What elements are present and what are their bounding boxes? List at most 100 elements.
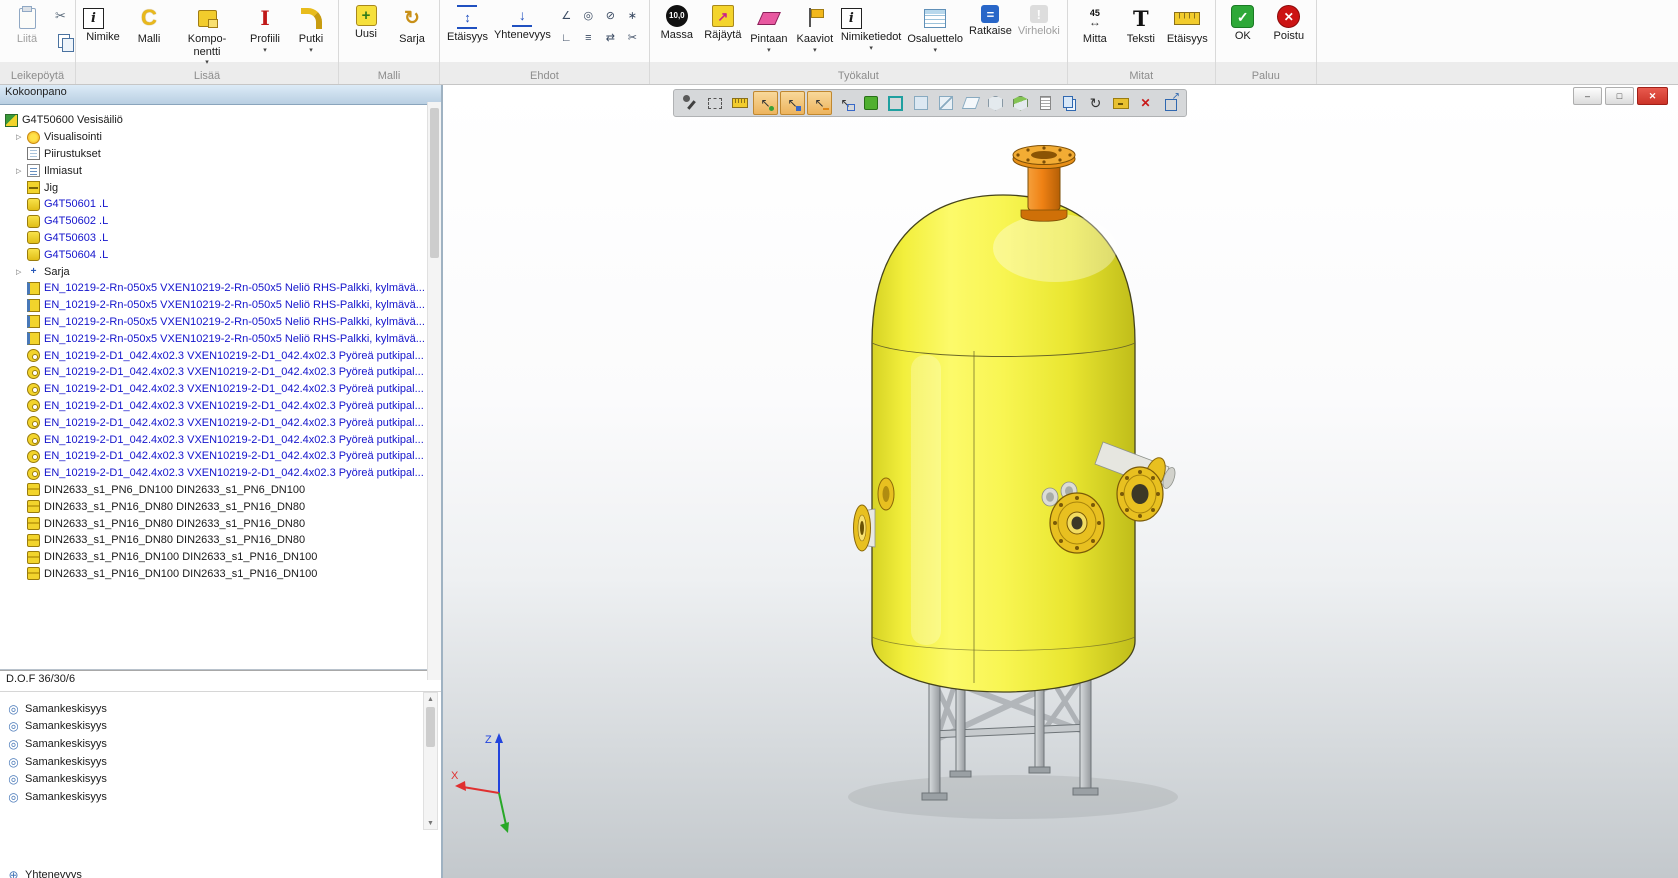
- ribbon-button-ok[interactable]: ✓OK: [1220, 2, 1266, 43]
- ribbon-button-nimiketiedot[interactable]: iNimiketiedot▾: [838, 2, 905, 52]
- ribbon-button-ratkaise[interactable]: =Ratkaise: [966, 2, 1015, 38]
- tank-body[interactable]: [872, 195, 1135, 692]
- tree-item[interactable]: G4T50602 .L: [0, 213, 441, 230]
- vp-snap-point-icon[interactable]: ↖: [753, 91, 778, 115]
- ribbon-button-uusi[interactable]: +Uusi: [343, 2, 389, 41]
- vp-zoom-area-icon[interactable]: [703, 92, 726, 114]
- ribbon-button-liit[interactable]: Liitä: [4, 2, 50, 46]
- vp-export-icon[interactable]: [1159, 92, 1182, 114]
- vp-snap-edge-icon[interactable]: ↖: [807, 91, 832, 115]
- vp-measure-icon[interactable]: [728, 92, 751, 114]
- tree-scrollbar[interactable]: [427, 102, 441, 680]
- tree-item[interactable]: EN_10219-2-D1_042.4x02.3 VXEN10219-2-D1_…: [0, 398, 441, 415]
- vp-plane-icon[interactable]: [959, 92, 982, 114]
- parallel-constraint-icon[interactable]: ≡: [580, 30, 597, 45]
- tree-item[interactable]: G4T50604 .L: [0, 246, 441, 263]
- ribbon-button-putki[interactable]: Putki▾: [288, 2, 334, 54]
- copy-icon[interactable]: [52, 30, 69, 45]
- ribbon-button-et-isyys[interactable]: Etäisyys: [1164, 2, 1211, 46]
- ribbon-button-osaluettelo[interactable]: Osaluettelo▾: [904, 2, 966, 54]
- ribbon-button-profiili[interactable]: IProfiili▾: [242, 2, 288, 54]
- concentric-constraint-icon[interactable]: ◎: [580, 8, 597, 23]
- top-nozzle[interactable]: [1013, 146, 1075, 222]
- ribbon-button-nimike[interactable]: iNimike: [80, 2, 126, 44]
- diameter-constraint-icon[interactable]: ⊘: [602, 8, 619, 23]
- ribbon-button-yhtenevyys[interactable]: ↓Yhtenevyys: [491, 2, 554, 42]
- ribbon-button-kaaviot[interactable]: Kaaviot▾: [792, 2, 838, 54]
- expander-icon[interactable]: ▷: [16, 167, 26, 175]
- expander-icon[interactable]: ▷: [16, 133, 26, 141]
- vp-select-part-icon[interactable]: ↖: [834, 92, 857, 114]
- swap-constraint-icon[interactable]: ⇄: [602, 30, 619, 45]
- maximize-button[interactable]: □: [1605, 87, 1634, 105]
- tree-item[interactable]: DIN2633_s1_PN16_DN80 DIN2633_s1_PN16_DN8…: [0, 515, 441, 532]
- minimize-button[interactable]: –: [1573, 87, 1602, 105]
- tree-item[interactable]: Piirustukset: [0, 146, 441, 163]
- tank-3d-model[interactable]: [443, 85, 1678, 878]
- ribbon-button-kompo-nentti[interactable]: Kompo-nentti▾: [172, 2, 242, 66]
- vp-archive-icon[interactable]: [1109, 92, 1132, 114]
- viewport-3d[interactable]: Z X ↖↖↖↖↻✕ –□✕: [443, 85, 1678, 878]
- tree-item[interactable]: DIN2633_s1_PN16_DN80 DIN2633_s1_PN16_DN8…: [0, 532, 441, 549]
- tree-item[interactable]: EN_10219-2-D1_042.4x02.3 VXEN10219-2-D1_…: [0, 431, 441, 448]
- vp-delete-icon[interactable]: ✕: [1134, 92, 1157, 114]
- ribbon-button-malli[interactable]: CMalli: [126, 2, 172, 46]
- constraint-item[interactable]: ◎Samankeskisyys: [0, 770, 441, 788]
- ribbon-button-teksti[interactable]: TTeksti: [1118, 2, 1164, 46]
- scrollbar-thumb[interactable]: [426, 707, 435, 747]
- vp-iso-icon[interactable]: [984, 92, 1007, 114]
- vp-wireframe-icon[interactable]: [884, 92, 907, 114]
- constraint-item[interactable]: ◎Samankeskisyys: [0, 700, 441, 718]
- tree-scrollbar-thumb[interactable]: [430, 108, 439, 258]
- tree-item[interactable]: Jig: [0, 179, 441, 196]
- close-button[interactable]: ✕: [1637, 87, 1668, 105]
- tree-item[interactable]: EN_10219-2-D1_042.4x02.3 VXEN10219-2-D1_…: [0, 364, 441, 381]
- constraint-item[interactable]: ◎Samankeskisyys: [0, 718, 441, 736]
- tree-item[interactable]: EN_10219-2-D1_042.4x02.3 VXEN10219-2-D1_…: [0, 448, 441, 465]
- side-flange[interactable]: [1117, 467, 1163, 521]
- constraints-scrollbar[interactable]: ▲ ▼: [423, 692, 438, 830]
- ribbon-button-sarja[interactable]: ↻Sarja: [389, 2, 435, 46]
- tree-item[interactable]: DIN2633_s1_PN16_DN80 DIN2633_s1_PN16_DN8…: [0, 498, 441, 515]
- tree-item[interactable]: G4T50601 .L: [0, 196, 441, 213]
- vp-snap-vertex-icon[interactable]: ↖: [780, 91, 805, 115]
- tree-item[interactable]: G4T50603 .L: [0, 230, 441, 247]
- tree-item[interactable]: EN_10219-2-Rn-050x5 VXEN10219-2-Rn-050x5…: [0, 297, 441, 314]
- ribbon-button-pintaan[interactable]: Pintaan▾: [746, 2, 792, 54]
- tree-item[interactable]: G4T50600 Vesisäiliö: [0, 112, 441, 129]
- scroll-up-icon[interactable]: ▲: [424, 693, 437, 705]
- vp-box-green-icon[interactable]: [1009, 92, 1032, 114]
- ribbon-button-poistu[interactable]: ✕Poistu: [1266, 2, 1312, 43]
- vp-orbit-icon[interactable]: ↻: [1084, 92, 1107, 114]
- front-flange[interactable]: [1050, 493, 1104, 553]
- vp-notes-icon[interactable]: [1034, 92, 1057, 114]
- tree-item[interactable]: ▷Ilmiasut: [0, 162, 441, 179]
- scroll-down-icon[interactable]: ▼: [424, 817, 437, 829]
- ribbon-button-r-j-yt[interactable]: ↗Räjäytä: [700, 2, 746, 42]
- tree-item[interactable]: EN_10219-2-Rn-050x5 VXEN10219-2-Rn-050x5…: [0, 280, 441, 297]
- ribbon-button-massa[interactable]: 10,0Massa: [654, 2, 700, 42]
- vp-pin-icon[interactable]: [678, 92, 701, 114]
- ribbon-button-et-isyys[interactable]: ↕Etäisyys: [444, 2, 491, 44]
- tree-item[interactable]: ▷+Sarja: [0, 263, 441, 280]
- ribbon-button-virheloki[interactable]: !Virheloki: [1015, 2, 1063, 38]
- tree-item[interactable]: EN_10219-2-Rn-050x5 VXEN10219-2-Rn-050x5…: [0, 330, 441, 347]
- tree-item[interactable]: EN_10219-2-D1_042.4x02.3 VXEN10219-2-D1_…: [0, 381, 441, 398]
- cut-icon[interactable]: ✂: [52, 8, 69, 23]
- constraint-item[interactable]: ◎Samankeskisyys: [0, 788, 441, 806]
- constraint-item[interactable]: ◎Samankeskisyys: [0, 735, 441, 753]
- expander-icon[interactable]: ▷: [16, 268, 26, 276]
- constraint-item[interactable]: ⊕Yhtenevyys: [0, 866, 441, 878]
- tree-item[interactable]: EN_10219-2-D1_042.4x02.3 VXEN10219-2-D1_…: [0, 414, 441, 431]
- vp-copy-icon[interactable]: [1059, 92, 1082, 114]
- perpendicular-constraint-icon[interactable]: ∟: [558, 30, 575, 45]
- tree-item[interactable]: EN_10219-2-Rn-050x5 VXEN10219-2-Rn-050x5…: [0, 314, 441, 331]
- angle-constraint-icon[interactable]: ∠: [558, 8, 575, 23]
- vp-section-icon[interactable]: [934, 92, 957, 114]
- tree-item[interactable]: DIN2633_s1_PN6_DN100 DIN2633_s1_PN6_DN10…: [0, 482, 441, 499]
- tree-item[interactable]: DIN2633_s1_PN16_DN100 DIN2633_s1_PN16_DN…: [0, 566, 441, 583]
- ribbon-button-mitta[interactable]: 45Mitta: [1072, 2, 1118, 46]
- tree-item[interactable]: DIN2633_s1_PN16_DN100 DIN2633_s1_PN16_DN…: [0, 549, 441, 566]
- tree-item[interactable]: ▷Visualisointi: [0, 129, 441, 146]
- symmetry-constraint-icon[interactable]: ∗: [624, 8, 641, 23]
